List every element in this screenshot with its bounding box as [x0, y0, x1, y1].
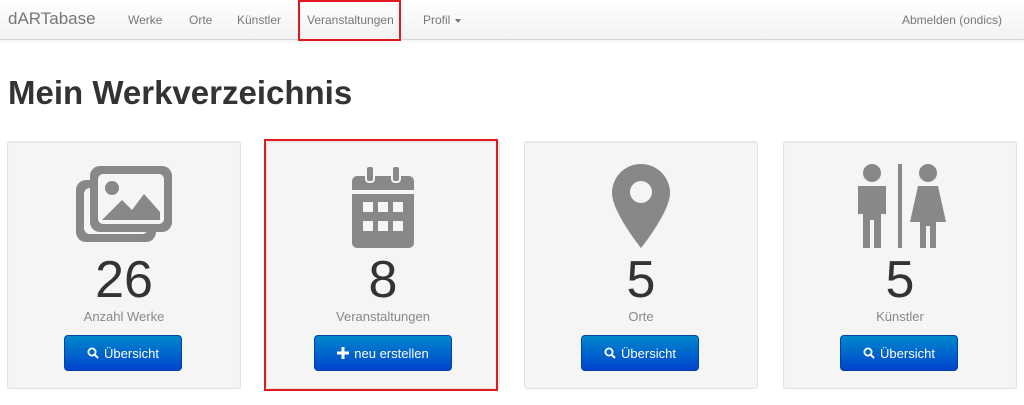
- uebersicht-werke-button[interactable]: Übersicht: [64, 335, 182, 371]
- logout-link[interactable]: Abmelden (ondics): [902, 13, 1002, 27]
- nav-item-profil-label: Profil: [423, 13, 451, 27]
- nav-item-kuenstler[interactable]: Künstler: [237, 13, 281, 27]
- people-icon: [784, 158, 1016, 248]
- search-icon: [863, 347, 875, 359]
- top-navbar: dARTabase Werke Orte Künstler Veranstalt…: [0, 0, 1024, 40]
- uebersicht-orte-button[interactable]: Übersicht: [581, 335, 699, 371]
- card-orte: 5 Orte Übersicht: [524, 141, 758, 389]
- label-werke: Anzahl Werke: [83, 309, 165, 324]
- page-title: Mein Werkverzeichnis: [8, 74, 353, 111]
- search-icon: [87, 347, 99, 359]
- nav-item-werke[interactable]: Werke: [128, 13, 162, 27]
- brand-link[interactable]: dARTabase: [8, 9, 96, 29]
- count-orte: 5: [626, 251, 656, 309]
- images-icon: [8, 158, 240, 248]
- nav-item-orte[interactable]: Orte: [189, 13, 212, 27]
- map-marker-icon: [525, 158, 757, 248]
- button-label: Übersicht: [104, 345, 159, 361]
- button-label: Übersicht: [621, 345, 676, 361]
- count-kuenstler: 5: [885, 251, 915, 309]
- uebersicht-kuenstler-button[interactable]: Übersicht: [840, 335, 958, 371]
- caret-down-icon: [455, 18, 462, 23]
- highlight-box-nav: [298, 0, 401, 41]
- search-icon: [604, 347, 616, 359]
- label-orte: Orte: [628, 309, 654, 324]
- nav-item-profil-dropdown[interactable]: Profil: [423, 13, 462, 27]
- card-werke: 26 Anzahl Werke Übersicht: [7, 141, 241, 389]
- button-label: Übersicht: [880, 345, 935, 361]
- card-kuenstler: 5 Künstler Übersicht: [783, 141, 1017, 389]
- label-kuenstler: Künstler: [876, 309, 924, 324]
- highlight-box-card: [264, 139, 498, 391]
- count-werke: 26: [95, 251, 153, 309]
